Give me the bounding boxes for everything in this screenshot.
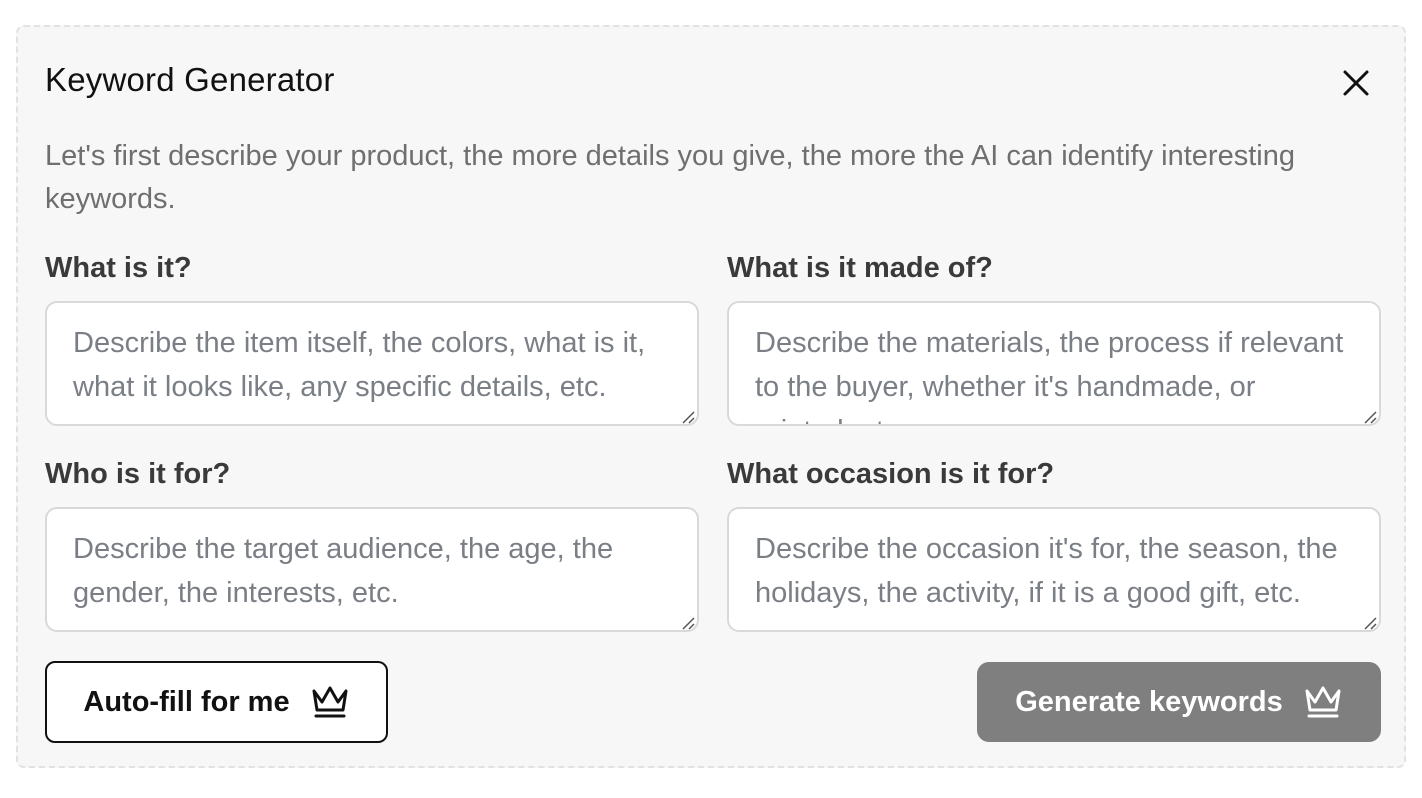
- resize-handle-icon[interactable]: [680, 409, 696, 425]
- generate-keywords-button[interactable]: Generate keywords: [977, 662, 1381, 742]
- close-button[interactable]: [1338, 65, 1374, 101]
- close-icon: [1343, 70, 1369, 96]
- autofill-button[interactable]: Auto-fill for me: [45, 661, 388, 743]
- what-occasion-field[interactable]: [727, 507, 1381, 632]
- crown-icon: [312, 686, 348, 718]
- keyword-generator-panel: Keyword Generator Let's first describe y…: [16, 25, 1406, 768]
- what-is-it-field[interactable]: [45, 301, 699, 426]
- crown-icon: [1305, 686, 1341, 718]
- resize-handle-icon[interactable]: [1362, 409, 1378, 425]
- intro-text: Let's first describe your product, the m…: [45, 140, 1295, 215]
- generate-keywords-label: Generate keywords: [1015, 685, 1283, 718]
- resize-handle-icon[interactable]: [680, 615, 696, 631]
- who-is-it-for-field[interactable]: [45, 507, 699, 632]
- autofill-button-label: Auto-fill for me: [83, 685, 290, 718]
- who-is-it-for-label: Who is it for?: [45, 458, 231, 490]
- what-occasion-label: What occasion is it for?: [727, 458, 1055, 490]
- dialog-title: Keyword Generator: [45, 61, 335, 98]
- what-is-it-made-of-label: What is it made of?: [727, 252, 993, 284]
- what-is-it-label: What is it?: [45, 252, 192, 284]
- what-is-it-made-of-field[interactable]: [727, 301, 1381, 426]
- resize-handle-icon[interactable]: [1362, 615, 1378, 631]
